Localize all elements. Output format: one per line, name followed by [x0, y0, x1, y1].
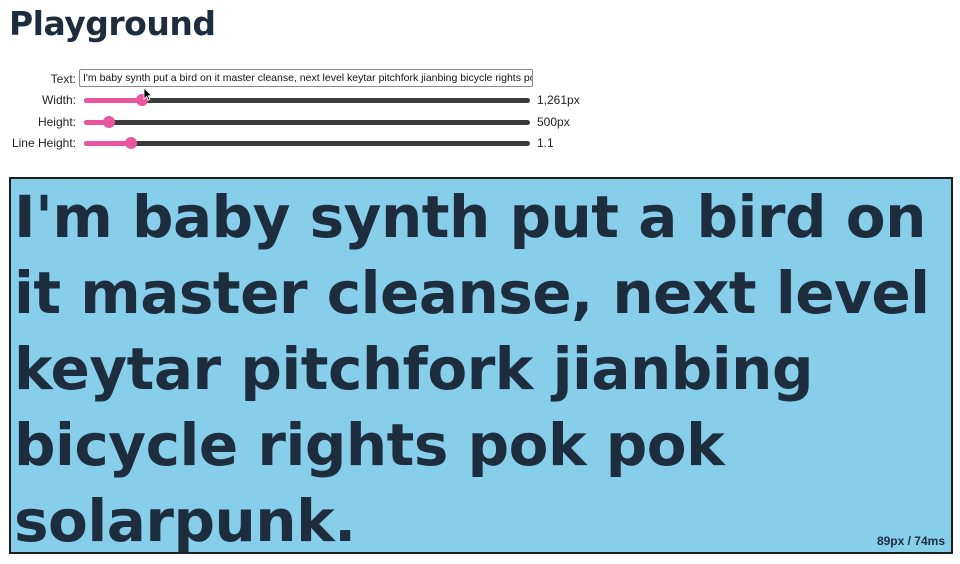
line-height-slider-thumb[interactable]: [125, 137, 138, 149]
preview-text: I'm baby synth put a bird on it master c…: [14, 183, 930, 554]
mouse-cursor-icon: [143, 87, 153, 101]
text-preview-box: I'm baby synth put a bird on it master c…: [9, 177, 953, 554]
line-height-label: Line Height:: [11, 136, 76, 150]
text-label: Text:: [50, 72, 76, 86]
width-slider-fill: [84, 98, 142, 103]
page-title: Playground: [9, 4, 216, 43]
height-label: Height:: [37, 115, 76, 129]
playground-page: Playground Text: I'm baby synth put a bi…: [0, 0, 960, 564]
width-row: Width: 1,261px: [0, 90, 620, 110]
line-height-slider[interactable]: [84, 137, 530, 149]
text-row: Text: I'm baby synth put a bird on it ma…: [0, 69, 620, 89]
render-metrics: 89px / 74ms: [876, 534, 945, 548]
width-label: Width:: [41, 93, 76, 107]
width-value: 1,261px: [537, 93, 580, 107]
height-slider-thumb[interactable]: [102, 116, 115, 128]
height-row: Height: 500px: [0, 112, 620, 132]
line-height-slider-fill: [84, 141, 132, 146]
height-slider[interactable]: [84, 116, 530, 128]
height-value: 500px: [537, 115, 570, 129]
text-input[interactable]: I'm baby synth put a bird on it master c…: [79, 69, 533, 87]
line-height-row: Line Height: 1.1: [0, 133, 620, 153]
line-height-value: 1.1: [537, 136, 554, 150]
